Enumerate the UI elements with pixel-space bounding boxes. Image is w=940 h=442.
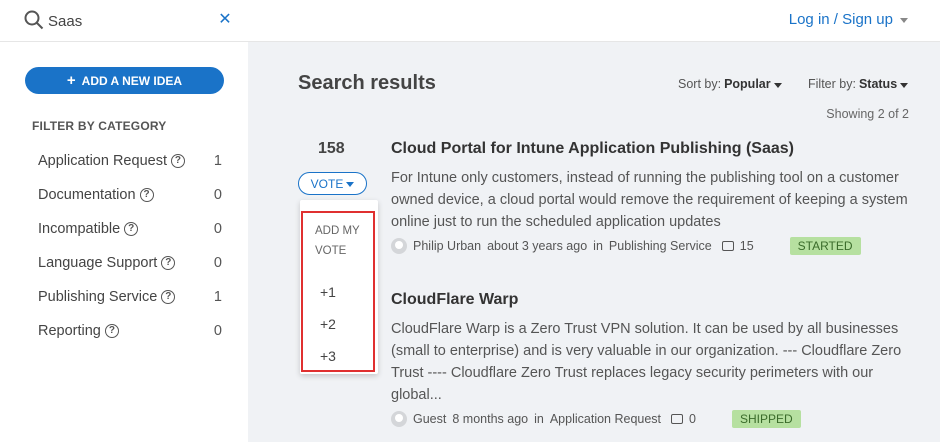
category-count: 0 [213,187,222,203]
category-item-application-request[interactable]: Application Request? 1 [38,144,222,178]
category-count: 0 [213,323,222,339]
login-signup-link[interactable]: Log in / Sign up [789,11,908,28]
sort-value[interactable]: Popular [724,77,771,91]
category-label: Incompatible [38,221,121,237]
category-label: Documentation [38,187,136,203]
category-count: 1 [213,153,222,169]
chevron-down-icon [346,182,355,187]
idea-meta: Guest 8 months ago in Application Reques… [391,410,921,428]
category-item-reporting[interactable]: Reporting? 0 [38,314,222,348]
idea-description: CloudFlare Warp is a Zero Trust VPN solu… [391,321,902,403]
idea-comments: 15 [739,239,754,253]
idea-description: For Intune only customers, instead of ru… [391,170,908,230]
help-icon[interactable]: ? [161,290,176,304]
chevron-down-icon [900,18,908,23]
comment-icon [671,414,684,424]
category-count: 0 [213,255,222,271]
plus-icon: + [66,72,76,89]
status-badge: SHIPPED [731,410,801,428]
vote-button[interactable]: VOTE [298,172,367,195]
idea-comments: 0 [689,412,696,426]
help-icon[interactable]: ? [170,154,185,168]
idea-author[interactable]: Philip Urban [413,239,481,253]
idea-time: about 3 years ago [487,239,588,253]
filter-dropdown[interactable]: Filter by: Status [808,77,909,91]
idea-meta: Philip Urban about 3 years ago in Publis… [391,237,921,255]
search-input[interactable] [48,10,208,32]
idea-in: in [593,239,603,253]
login-label[interactable]: Log in / Sign up [789,11,893,28]
avatar [391,238,407,254]
help-icon[interactable]: ? [139,188,154,202]
page-title: Search results [298,72,436,94]
filter-category-heading: FILTER BY CATEGORY [32,119,167,133]
comment-icon [721,241,734,251]
idea-category[interactable]: Publishing Service [609,239,712,253]
filter-value[interactable]: Status [859,77,897,91]
help-icon[interactable]: ? [124,222,139,236]
add-new-idea-button[interactable]: + ADD A NEW IDEA [25,67,224,94]
help-icon[interactable]: ? [104,324,119,338]
chevron-down-icon [900,82,909,88]
vote-count: 158 [318,140,345,157]
avatar [391,411,407,427]
idea-title[interactable]: Cloud Portal for Intune Application Publ… [391,140,921,158]
sidebar: + ADD A NEW IDEA FILTER BY CATEGORY Appl… [0,42,248,442]
category-item-documentation[interactable]: Documentation? 0 [38,178,222,212]
category-label: Reporting [38,323,101,339]
vote-option-1[interactable]: +1 [320,284,336,300]
category-count: 1 [213,289,222,305]
category-label: Publishing Service [38,289,158,305]
vote-menu-header: ADD MY VOTE [315,225,360,257]
help-icon[interactable]: ? [161,256,176,270]
vote-option-3[interactable]: +3 [320,348,336,364]
search-bar: ✕ [0,0,248,42]
category-count: 0 [213,221,222,237]
status-badge: STARTED [789,237,861,255]
vote-option-2[interactable]: +2 [320,316,336,332]
sort-dropdown[interactable]: Sort by: Popular [678,77,782,91]
sort-label: Sort by: [678,77,722,91]
close-icon[interactable]: ✕ [217,12,233,28]
idea-card: CloudFlare Warp CloudFlare Warp is a Zer… [391,291,921,428]
results-count: Showing 2 of 2 [826,107,909,121]
category-label: Language Support [38,255,158,271]
category-item-incompatible[interactable]: Incompatible? 0 [38,212,222,246]
idea-card: Cloud Portal for Intune Application Publ… [391,140,921,255]
category-item-language-support[interactable]: Language Support? 0 [38,246,222,280]
add-idea-label: ADD A NEW IDEA [81,73,183,88]
filter-label: Filter by: [808,77,856,91]
main-content: Search results Sort by: Popular Filter b… [248,42,940,442]
top-header: ✕ Log in / Sign up [0,0,940,42]
idea-author[interactable]: Guest [413,412,446,426]
category-list: Application Request? 1 Documentation? 0 … [38,144,222,348]
idea-title[interactable]: CloudFlare Warp [391,291,921,309]
idea-time: 8 months ago [452,412,529,426]
search-icon [24,10,44,30]
chevron-down-icon [773,82,782,88]
idea-category[interactable]: Application Request [550,412,661,426]
vote-button-label: VOTE [310,176,344,191]
category-label: Application Request [38,153,167,169]
vote-dropdown-menu: ADD MY VOTE +1 +2 +3 [300,200,378,374]
category-item-publishing-service[interactable]: Publishing Service? 1 [38,280,222,314]
idea-in: in [534,412,544,426]
